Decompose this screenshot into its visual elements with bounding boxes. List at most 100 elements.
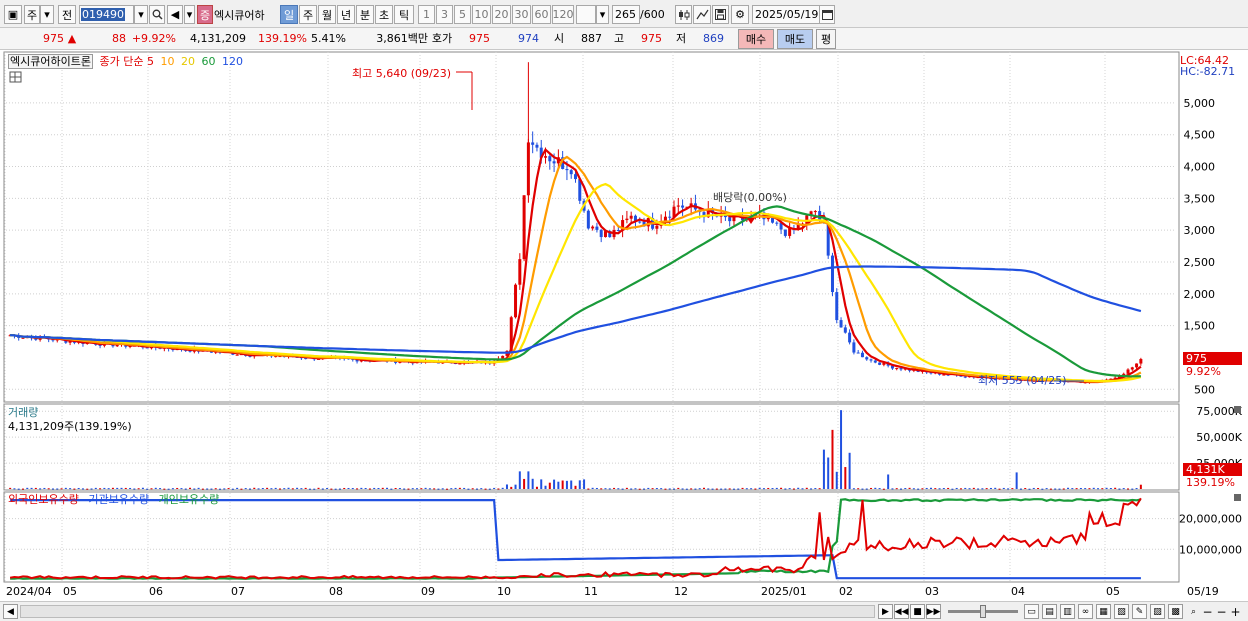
candle-type-icon[interactable] (675, 5, 692, 24)
interval-1-button[interactable]: 1 (418, 5, 435, 24)
sell-button[interactable]: 매도 (777, 29, 813, 49)
eval-button[interactable]: 평 (816, 29, 836, 49)
volume-bar (1067, 487, 1070, 489)
volume-bar (356, 488, 359, 490)
layout-4-icon[interactable]: ▦ (1096, 604, 1111, 619)
holdings-foreign-label[interactable]: 외국인보유수량 (8, 493, 79, 506)
buy-button[interactable]: 매수 (738, 29, 774, 49)
layout-7-icon[interactable]: ▩ (1168, 604, 1183, 619)
market-type-dropdown-icon[interactable]: ▾ (40, 5, 54, 24)
zoom-in-icon[interactable]: + (1228, 604, 1243, 619)
period-second-tab[interactable]: 초 (375, 5, 393, 24)
period-tick-tab[interactable]: 틱 (394, 5, 414, 24)
volume-bar (698, 488, 701, 490)
period-day-tab[interactable]: 일 (280, 5, 298, 24)
market-type-select[interactable]: 주 (24, 5, 40, 24)
speaker-dropdown-icon[interactable]: ▾ (184, 5, 195, 24)
calendar-icon[interactable] (819, 5, 835, 24)
custom-interval-dropdown-icon[interactable]: ▾ (596, 5, 609, 24)
volume-bar (634, 488, 637, 490)
volume-bar (471, 488, 474, 490)
volume-bar (942, 488, 945, 490)
volume-bar (446, 488, 449, 490)
volume-bar (553, 479, 556, 489)
period-year-tab[interactable]: 년 (337, 5, 355, 24)
period-month-tab[interactable]: 월 (318, 5, 336, 24)
layout-1-icon[interactable]: ▭ (1024, 604, 1039, 619)
speaker-icon[interactable]: ◀ (167, 5, 183, 24)
scroll-track[interactable] (20, 605, 875, 618)
zoom-reset-icon[interactable]: − (1214, 604, 1229, 619)
settings-gear-icon[interactable]: ⚙ (731, 5, 749, 24)
zoom-slider-handle[interactable] (980, 605, 986, 618)
window-menu-icon[interactable]: ▣ (4, 5, 22, 24)
search-icon[interactable] (149, 5, 165, 24)
count-input[interactable]: 265 (612, 5, 640, 24)
save-icon[interactable] (712, 5, 729, 24)
rewind-icon[interactable]: ◀◀ (894, 604, 909, 619)
holdings-panel-close-icon[interactable] (1234, 494, 1241, 501)
legend-stock-name[interactable]: 엑시큐어하이트론 (8, 54, 93, 69)
hc-label: HC:-82.71 (1180, 65, 1235, 78)
legend-ma-5[interactable]: 5 (147, 55, 154, 68)
interval-20-button[interactable]: 20 (492, 5, 511, 24)
period-minute-tab[interactable]: 분 (356, 5, 374, 24)
zoom-search-icon[interactable]: ⌕ (1186, 604, 1201, 619)
price-tick-label: 4,500 (1184, 129, 1216, 142)
candle-body (591, 226, 595, 229)
interval-120-label: 120 (552, 8, 574, 21)
volume-bar (724, 488, 727, 490)
volume-bar (878, 488, 881, 490)
period-week-tab[interactable]: 주 (299, 5, 317, 24)
volume-bar (416, 488, 419, 490)
volume-bar (244, 488, 247, 490)
volume-bar (73, 488, 76, 490)
tools-icon[interactable]: ✎ (1132, 604, 1147, 619)
layout-6-icon[interactable]: ▨ (1150, 604, 1165, 619)
candle-body (775, 222, 779, 224)
layout-3-icon[interactable]: ▥ (1060, 604, 1075, 619)
volume-bar (1032, 487, 1035, 489)
zoom-out-icon[interactable]: − (1200, 604, 1215, 619)
link-icon[interactable]: ∞ (1078, 604, 1093, 619)
legend-ma-20[interactable]: 20 (181, 55, 195, 68)
interval-5-button[interactable]: 5 (454, 5, 471, 24)
interval-5-label: 5 (459, 8, 466, 21)
chart-canvas[interactable]: 5,000 4,500 4,000 3,500 3,000 2,500 2,000 1,500… (0, 50, 1248, 601)
volume-bar (475, 488, 478, 490)
candle-body (830, 255, 834, 293)
date-input[interactable]: 2025/05/19 (752, 5, 820, 24)
volume-bar (544, 485, 547, 489)
legend-ma-60[interactable]: 60 (201, 55, 215, 68)
holdings-individual-label[interactable]: 개인보유수량 (159, 493, 220, 506)
chart-area[interactable]: 5,000 4,500 4,000 3,500 3,000 2,500 2,000 1,500… (0, 50, 1248, 601)
holdings-institution-label[interactable]: 기관보유수량 (88, 493, 149, 506)
price-change: 88 (112, 32, 126, 45)
stock-code-input[interactable]: 019490 (79, 5, 134, 24)
scroll-right-icon[interactable]: ▶ (878, 604, 893, 619)
interval-10-button[interactable]: 10 (472, 5, 491, 24)
custom-interval-input[interactable] (576, 5, 596, 24)
layout-2-icon[interactable]: ▤ (1042, 604, 1057, 619)
volume-bar (458, 487, 461, 489)
stop-icon[interactable]: ■ (910, 604, 925, 619)
scroll-left-icon[interactable]: ◀ (3, 604, 18, 619)
legend-ma-10[interactable]: 10 (160, 55, 174, 68)
interval-30-button[interactable]: 30 (512, 5, 531, 24)
interval-60-button[interactable]: 60 (532, 5, 551, 24)
candle-body (843, 327, 847, 333)
bottom-scrollbar[interactable]: ◀ ▶ ◀◀ ■ ▶▶ ▭ ▤ ▥ ∞ ▦ ▧ ✎ ▨ ▩ ⌕ − − + (0, 601, 1248, 621)
legend-ma-120[interactable]: 120 (222, 55, 243, 68)
volume-bar (951, 488, 954, 490)
prefix-button[interactable]: 전 (58, 5, 76, 24)
drawing-tool-icon[interactable] (693, 5, 711, 24)
stock-code-dropdown-icon[interactable]: ▾ (134, 5, 148, 24)
layout-5-icon[interactable]: ▧ (1114, 604, 1129, 619)
volume-bar (523, 478, 526, 489)
volume-panel-close-icon[interactable] (1234, 406, 1241, 413)
fast-forward-icon[interactable]: ▶▶ (926, 604, 941, 619)
interval-120-button[interactable]: 120 (552, 5, 574, 24)
volume-bar (368, 488, 371, 490)
interval-3-button[interactable]: 3 (436, 5, 453, 24)
volume-bar (651, 488, 654, 490)
